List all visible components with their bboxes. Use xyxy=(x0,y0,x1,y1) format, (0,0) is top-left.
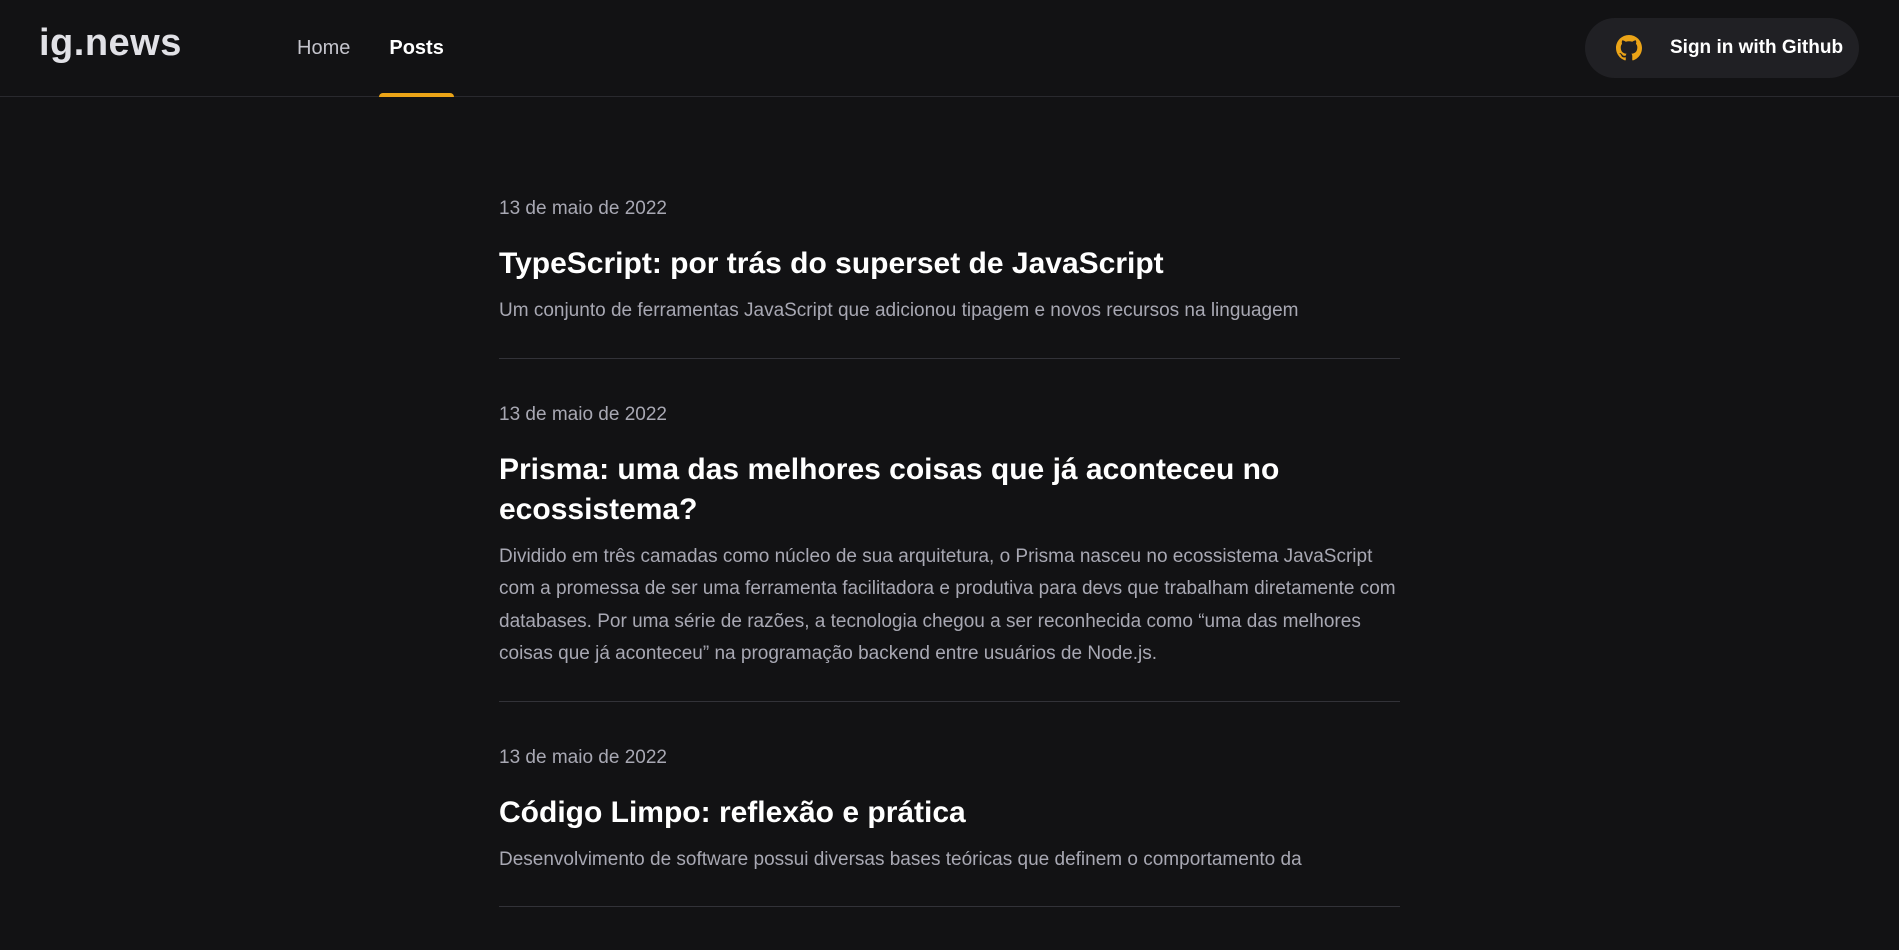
post-date: 13 de maio de 2022 xyxy=(499,198,667,219)
post-title: TypeScript: por trás do superset de Java… xyxy=(499,247,1164,280)
post-date: 13 de maio de 2022 xyxy=(499,746,667,768)
post-excerpt: Um conjunto de ferramentas JavaScript qu… xyxy=(499,300,1299,321)
post-item[interactable]: 13 de maio de 2022 TypeScript: por trás … xyxy=(499,196,1400,359)
site-header: ig.news Home Posts Sign in with Github xyxy=(0,0,1899,97)
github-icon xyxy=(1616,35,1642,61)
main-nav: Home Posts xyxy=(287,0,473,97)
post-item[interactable]: 13 de maio de 2022 Prisma: uma das melho… xyxy=(499,402,1400,702)
posts-list: 13 de maio de 2022 TypeScript: por trás … xyxy=(499,196,1400,950)
post-title: Código Limpo: reflexão e prática xyxy=(499,795,966,829)
post-excerpt: Dividido em três camadas como núcleo de … xyxy=(499,545,1396,665)
sign-in-label: Sign in with Github xyxy=(1670,37,1844,58)
post-item[interactable]: 13 de maio de 2022 Código Limpo: reflexã… xyxy=(499,745,1400,907)
sign-in-github-button[interactable]: Sign in with Github xyxy=(1585,18,1859,78)
post-excerpt: Desenvolvimento de software possui diver… xyxy=(499,848,1302,870)
post-date: 13 de maio de 2022 xyxy=(499,403,667,425)
site-logo[interactable]: ig.news xyxy=(39,22,182,65)
post-title: Prisma: uma das melhores coisas que já a… xyxy=(499,452,1280,526)
nav-link-posts[interactable]: Posts xyxy=(379,0,455,97)
nav-link-home[interactable]: Home xyxy=(287,0,360,97)
